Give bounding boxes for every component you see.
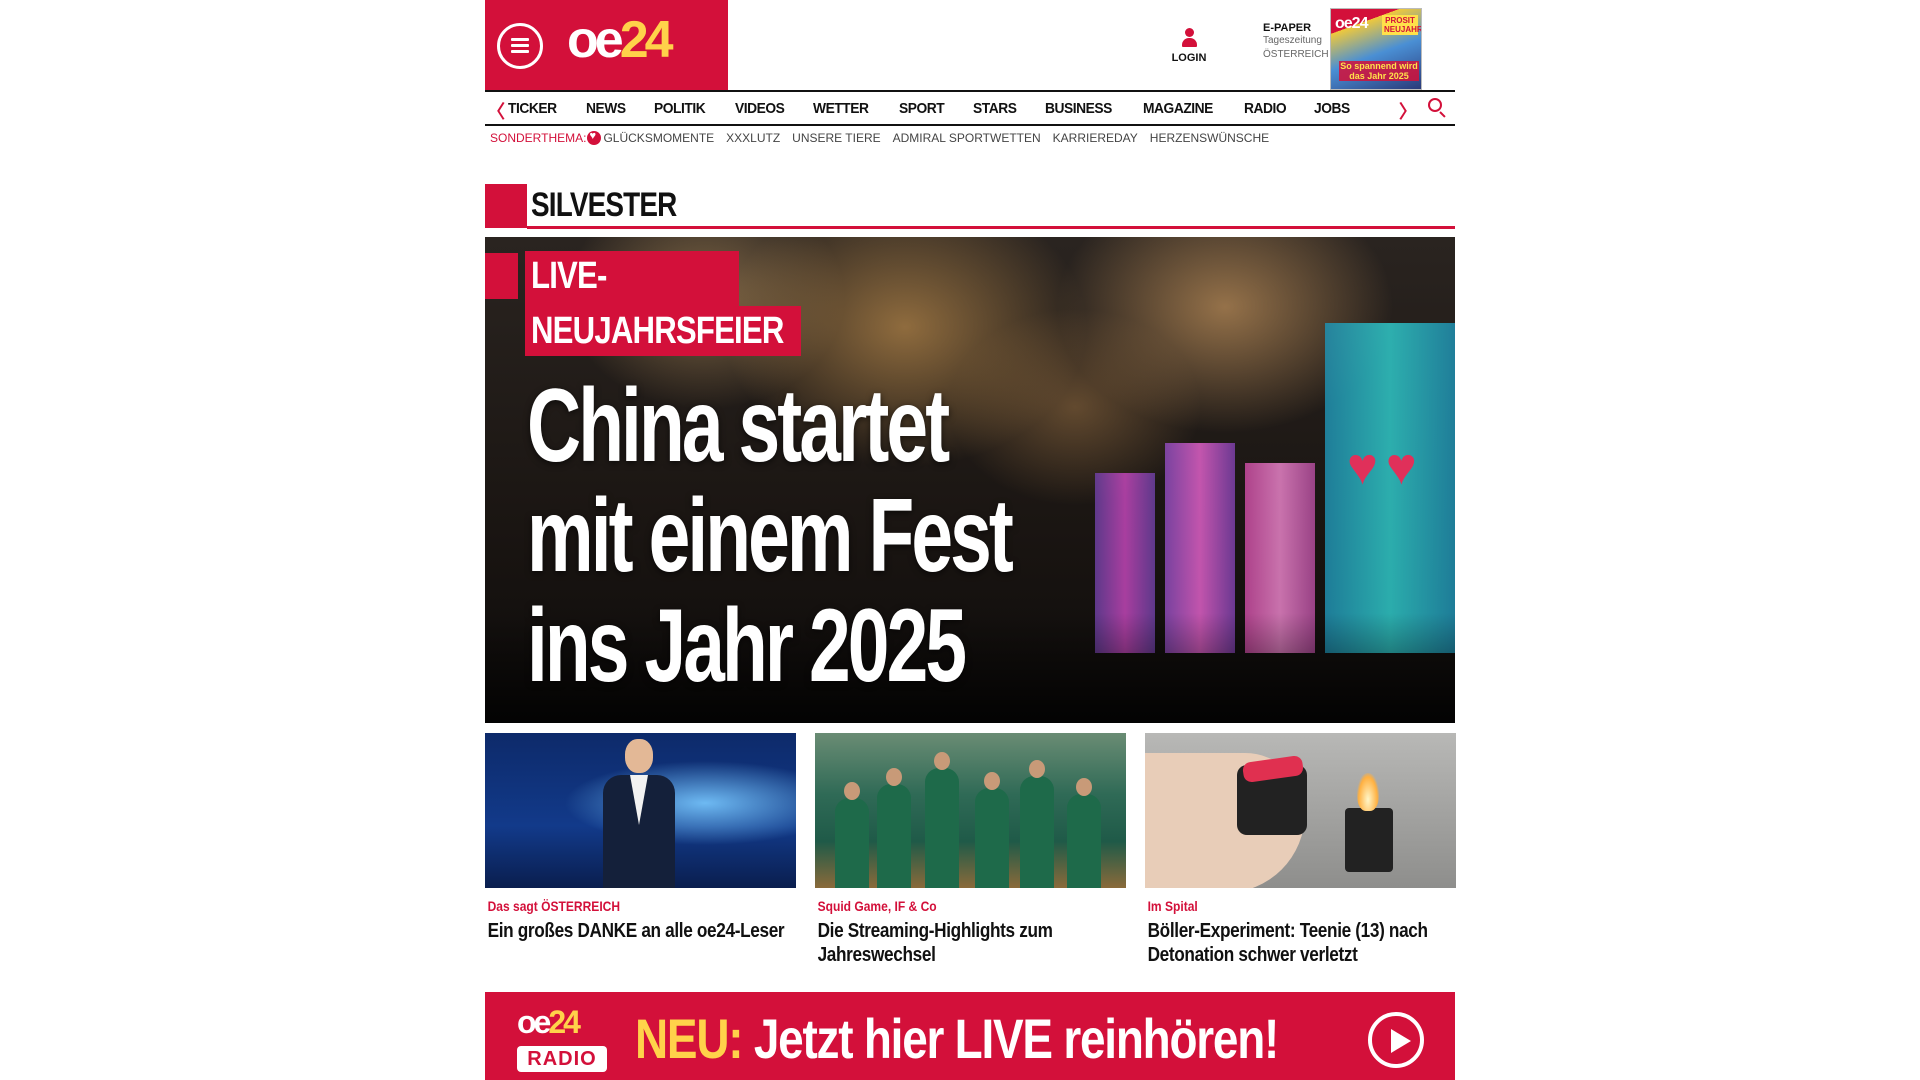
teaser-card[interactable]: Squid Game, IF & Co Die Streaming-Highli… [815,733,1126,967]
teaser-image [815,733,1126,888]
page: oe24 LOGIN E-PAPER Tageszeitung ÖSTERREI… [485,0,1456,1080]
special-topic-herzenswuensche[interactable]: HERZENSWÜNSCHE [1150,131,1269,145]
nav-item-wetter[interactable]: WETTER [813,100,869,117]
menu-line-icon [511,50,529,53]
oe24-radio-logo: oe24 RADIO [515,1004,607,1072]
nav-next-arrow-icon[interactable]: 〉 [1399,98,1417,124]
nav-item-business[interactable]: BUSINESS [1045,100,1112,117]
hero-marker [485,253,518,299]
nav-item-stars[interactable]: STARS [973,100,1017,117]
teaser-title[interactable]: Böller-Experiment: Teenie (13) nach Deto… [1145,919,1446,967]
teaser-card[interactable]: Im Spital Böller-Experiment: Teenie (13)… [1145,733,1456,967]
hamburger-menu-button[interactable] [497,23,543,69]
special-topic-label: SONDERTHEMA: [490,131,587,145]
nav-item-news[interactable]: NEWS [586,100,626,117]
epaper-cover-headline: So spannend wird das Jahr 2025 [1339,61,1419,81]
oe24-logo[interactable]: oe24 [567,14,674,66]
user-icon [1180,28,1198,50]
epaper-title: E-PAPER [1263,22,1312,34]
nav-item-videos[interactable]: VIDEOS [735,100,785,117]
epaper-cover-logo: oe24 [1335,15,1368,32]
hero-article[interactable]: ♥♥ LIVE-TICKER NEUJAHRSFEIER China start… [485,237,1455,723]
hero-headline-line: China startet [527,368,950,484]
radio-banner[interactable]: oe24 RADIO NEU: Jetzt hier LIVE reinhöre… [485,992,1455,1080]
epaper-subtitle-2: ÖSTERREICH [1263,49,1329,60]
nav-item-ticker[interactable]: TICKER [508,100,557,117]
section-header: SILVESTER [485,184,1455,230]
special-topic-tiere[interactable]: UNSERE TIERE [792,131,880,145]
section-marker [485,184,527,228]
nav-item-radio[interactable]: RADIO [1244,100,1287,117]
main-nav: 〈 TICKER NEWS POLITIK VIDEOS WETTER SPOR… [485,90,1455,126]
teaser-kicker: Das sagt ÖSTERREICH [487,898,621,914]
section-title[interactable]: SILVESTER [531,186,677,225]
radio-cta: NEU: Jetzt hier LIVE reinhören! [635,1006,1279,1071]
teaser-title[interactable]: Ein großes DANKE an alle oe24-Leser [485,919,786,943]
hero-headline-line: mit einem Fest [527,478,1014,594]
hero-headline[interactable]: China startet mit einem Fest ins Jahr 20… [527,368,1014,704]
teaser-image [485,733,796,888]
radio-logo-label: RADIO [517,1046,607,1072]
teaser-kicker: Im Spital [1147,898,1198,914]
hero-tag-topic: NEUJAHRSFEIER [525,306,801,356]
teaser-cards: Das sagt ÖSTERREICH Ein großes DANKE an … [485,733,1456,973]
special-topics-bar: SONDERTHEMA: GLÜCKSMOMENTE XXXLUTZ UNSER… [485,126,1455,150]
search-icon[interactable] [1428,98,1446,118]
site-header: oe24 LOGIN E-PAPER Tageszeitung ÖSTERREI… [485,0,1455,90]
section-divider [527,226,1455,229]
logo-area: oe24 [485,0,728,90]
login-label: LOGIN [1171,52,1207,64]
play-icon[interactable] [1368,1012,1424,1068]
nav-item-politik[interactable]: POLITIK [654,100,706,117]
hero-headline-line: ins Jahr 2025 [527,588,967,704]
teaser-kicker: Squid Game, IF & Co [817,898,937,914]
teaser-image [1145,733,1456,888]
special-topic-xxxlutz[interactable]: XXXLUTZ [726,131,780,145]
teaser-card[interactable]: Das sagt ÖSTERREICH Ein großes DANKE an … [485,733,796,943]
epaper-link[interactable]: E-PAPER Tageszeitung ÖSTERREICH [1263,22,1338,62]
heart-icon [587,130,602,145]
heart-lights-icon: ♥♥ [1347,438,1425,496]
nav-item-magazine[interactable]: MAGAZINE [1143,100,1213,117]
nav-items: TICKER NEWS POLITIK VIDEOS WETTER SPORT … [508,92,1378,124]
nav-item-jobs[interactable]: JOBS [1314,100,1350,117]
teaser-title[interactable]: Die Streaming-Highlights zum Jahreswechs… [815,919,1116,967]
nav-prev-arrow-icon[interactable]: 〈 [487,98,505,124]
special-topic-karriereday[interactable]: KARRIEREDAY [1053,131,1138,145]
radio-cta-text: Jetzt hier LIVE reinhören! [753,1007,1279,1070]
radio-new-label: NEU: [635,1007,744,1070]
epaper-cover-badge: PROSIT NEUJAHR! [1382,15,1422,35]
login-button[interactable]: LOGIN [1165,28,1213,64]
nav-item-sport[interactable]: SPORT [899,100,945,117]
menu-line-icon [511,44,529,47]
epaper-subtitle: Tageszeitung [1263,35,1322,46]
special-topic-admiral[interactable]: ADMIRAL SPORTWETTEN [893,131,1041,145]
epaper-cover-thumbnail[interactable]: oe24 PROSIT NEUJAHR! So spannend wird da… [1330,8,1422,90]
menu-line-icon [511,38,529,41]
special-topic-glueck[interactable]: GLÜCKSMOMENTE [603,131,714,145]
